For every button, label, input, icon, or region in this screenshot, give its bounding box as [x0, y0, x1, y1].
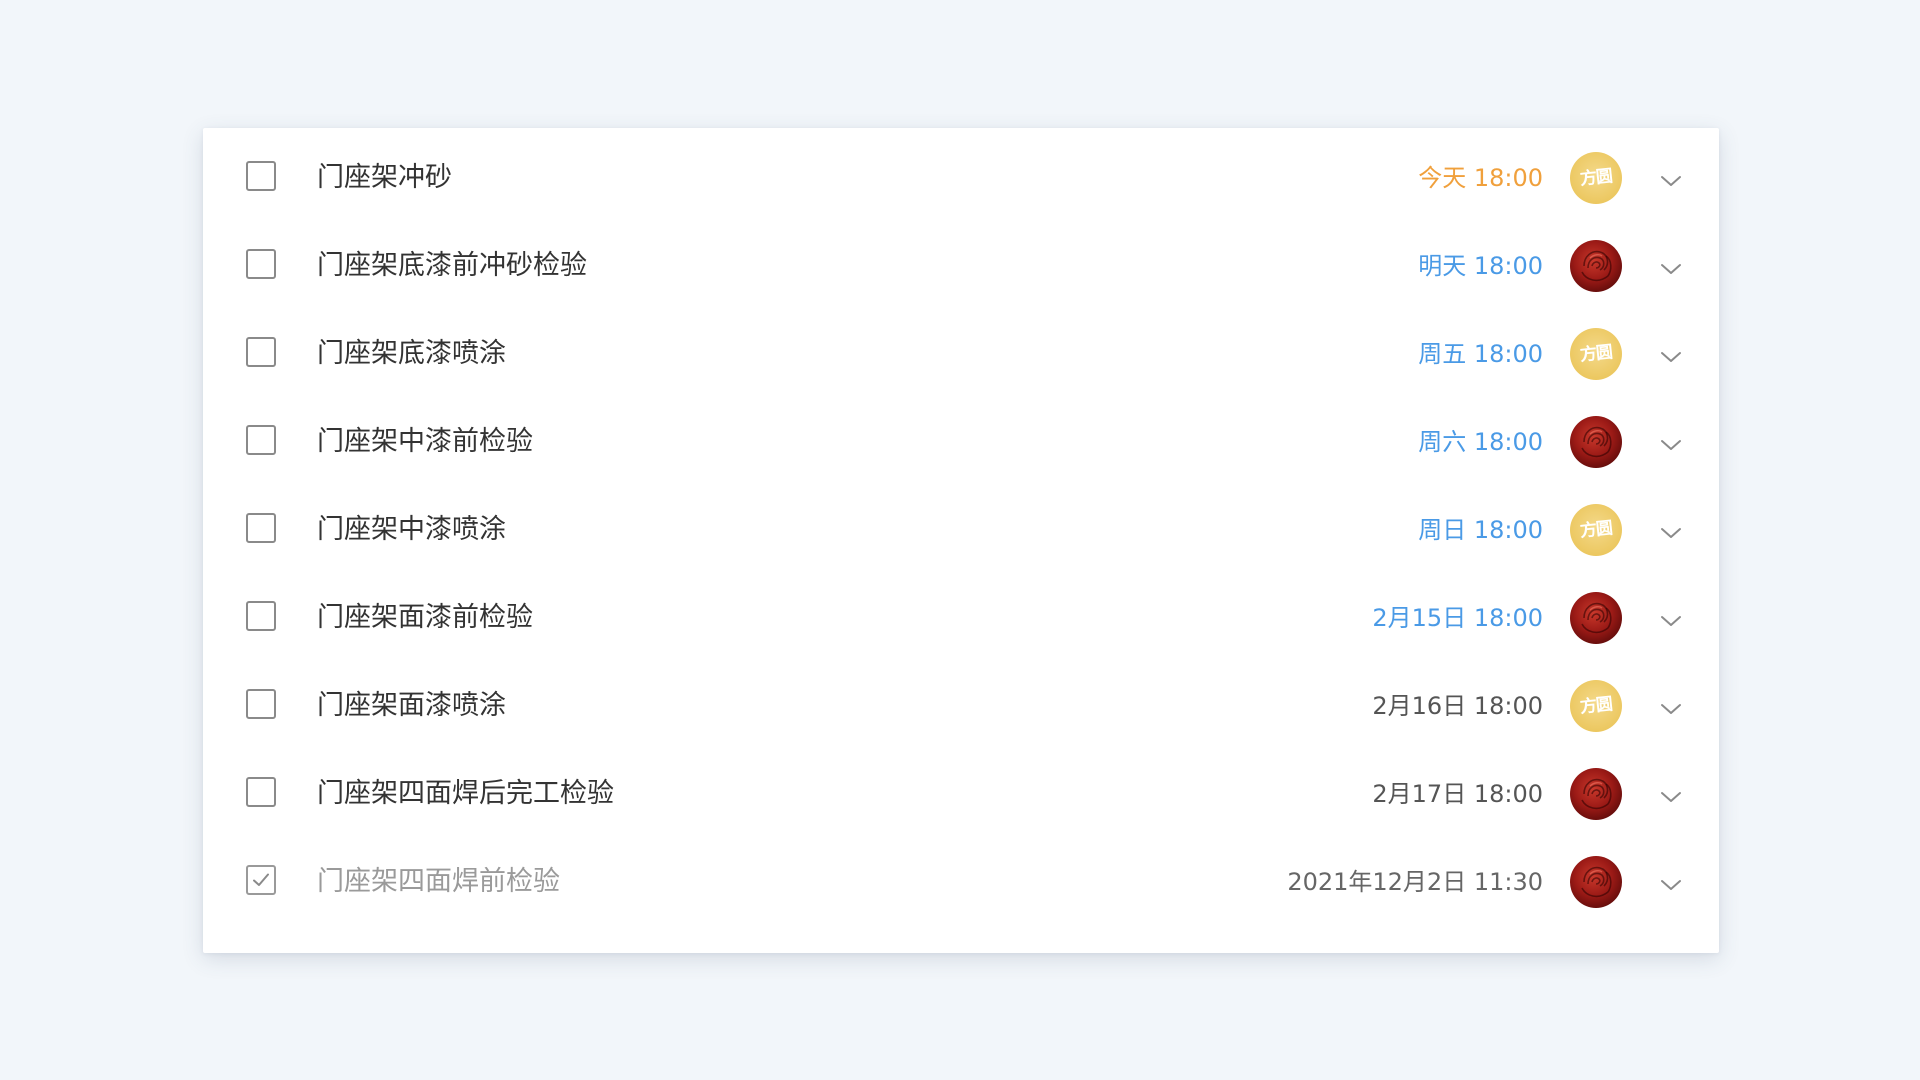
task-title[interactable]: 门座架四面焊后完工检验	[317, 776, 614, 812]
task-row[interactable]: 门座架底漆喷涂 周五 18:00 方圆	[203, 312, 1719, 400]
task-checkbox[interactable]	[246, 425, 276, 455]
task-row[interactable]: 门座架中漆前检验 周六 18:00	[203, 400, 1719, 488]
task-row[interactable]: 门座架底漆前冲砂检验 明天 18:00	[203, 224, 1719, 312]
task-title[interactable]: 门座架中漆喷涂	[317, 512, 506, 548]
task-row[interactable]: 门座架面漆喷涂 2月16日 18:00 方圆	[203, 664, 1719, 752]
avatar-initials: 方圆	[1579, 342, 1613, 366]
rose-avatar-image	[1581, 426, 1612, 458]
task-checkbox[interactable]	[246, 337, 276, 367]
task-checkbox[interactable]	[246, 513, 276, 543]
assignee-avatar[interactable]	[1570, 768, 1622, 820]
task-due-date: 周日 18:00	[1418, 516, 1543, 544]
task-due-date: 今天 18:00	[1418, 164, 1543, 192]
chevron-down-icon[interactable]	[1656, 342, 1686, 372]
task-title[interactable]: 门座架面漆前检验	[317, 600, 533, 636]
assignee-avatar[interactable]	[1570, 592, 1622, 644]
task-title[interactable]: 门座架底漆前冲砂检验	[317, 248, 587, 284]
task-due-date: 2月17日 18:00	[1372, 780, 1543, 808]
task-checkbox[interactable]	[246, 601, 276, 631]
assignee-avatar[interactable]	[1570, 856, 1622, 908]
task-title[interactable]: 门座架底漆喷涂	[317, 336, 506, 372]
rose-avatar-image	[1581, 602, 1612, 634]
task-title[interactable]: 门座架四面焊前检验	[317, 864, 560, 900]
avatar-initials: 方圆	[1579, 694, 1613, 718]
assignee-avatar[interactable]: 方圆	[1570, 504, 1622, 556]
task-due-date: 周六 18:00	[1418, 428, 1543, 456]
rose-avatar-image	[1581, 250, 1612, 282]
chevron-down-icon[interactable]	[1656, 606, 1686, 636]
task-row[interactable]: 门座架中漆喷涂 周日 18:00 方圆	[203, 488, 1719, 576]
task-checkbox[interactable]	[246, 161, 276, 191]
task-row[interactable]: 门座架四面焊前检验 2021年12月2日 11:30	[203, 840, 1719, 928]
chevron-down-icon[interactable]	[1656, 166, 1686, 196]
chevron-down-icon[interactable]	[1656, 430, 1686, 460]
task-due-date: 周五 18:00	[1418, 340, 1543, 368]
task-due-date: 2021年12月2日 11:30	[1287, 868, 1543, 896]
task-row[interactable]: 门座架冲砂 今天 18:00 方圆	[203, 136, 1719, 224]
chevron-down-icon[interactable]	[1656, 518, 1686, 548]
assignee-avatar[interactable]: 方圆	[1570, 680, 1622, 732]
task-row[interactable]: 门座架四面焊后完工检验 2月17日 18:00	[203, 752, 1719, 840]
assignee-avatar[interactable]: 方圆	[1570, 328, 1622, 380]
assignee-avatar[interactable]: 方圆	[1570, 152, 1622, 204]
assignee-avatar[interactable]	[1570, 240, 1622, 292]
assignee-avatar[interactable]	[1570, 416, 1622, 468]
chevron-down-icon[interactable]	[1656, 694, 1686, 724]
chevron-down-icon[interactable]	[1656, 782, 1686, 812]
task-due-date: 明天 18:00	[1418, 252, 1543, 280]
rose-avatar-image	[1581, 866, 1612, 898]
task-title[interactable]: 门座架中漆前检验	[317, 424, 533, 460]
task-due-date: 2月16日 18:00	[1372, 692, 1543, 720]
avatar-initials: 方圆	[1579, 518, 1613, 542]
checkmark-icon	[253, 873, 269, 886]
task-list-card: 门座架冲砂 今天 18:00 方圆 门座架底漆前冲砂检验 明天 18:00 门座架底漆喷涂…	[203, 128, 1719, 953]
avatar-initials: 方圆	[1579, 166, 1613, 190]
task-title[interactable]: 门座架面漆喷涂	[317, 688, 506, 724]
task-row[interactable]: 门座架面漆前检验 2月15日 18:00	[203, 576, 1719, 664]
task-checkbox[interactable]	[246, 777, 276, 807]
task-checkbox-checked[interactable]	[246, 865, 276, 895]
chevron-down-icon[interactable]	[1656, 254, 1686, 284]
task-checkbox[interactable]	[246, 249, 276, 279]
rose-avatar-image	[1581, 778, 1612, 810]
chevron-down-icon[interactable]	[1656, 870, 1686, 900]
task-due-date: 2月15日 18:00	[1372, 604, 1543, 632]
task-checkbox[interactable]	[246, 689, 276, 719]
task-title[interactable]: 门座架冲砂	[317, 160, 452, 196]
